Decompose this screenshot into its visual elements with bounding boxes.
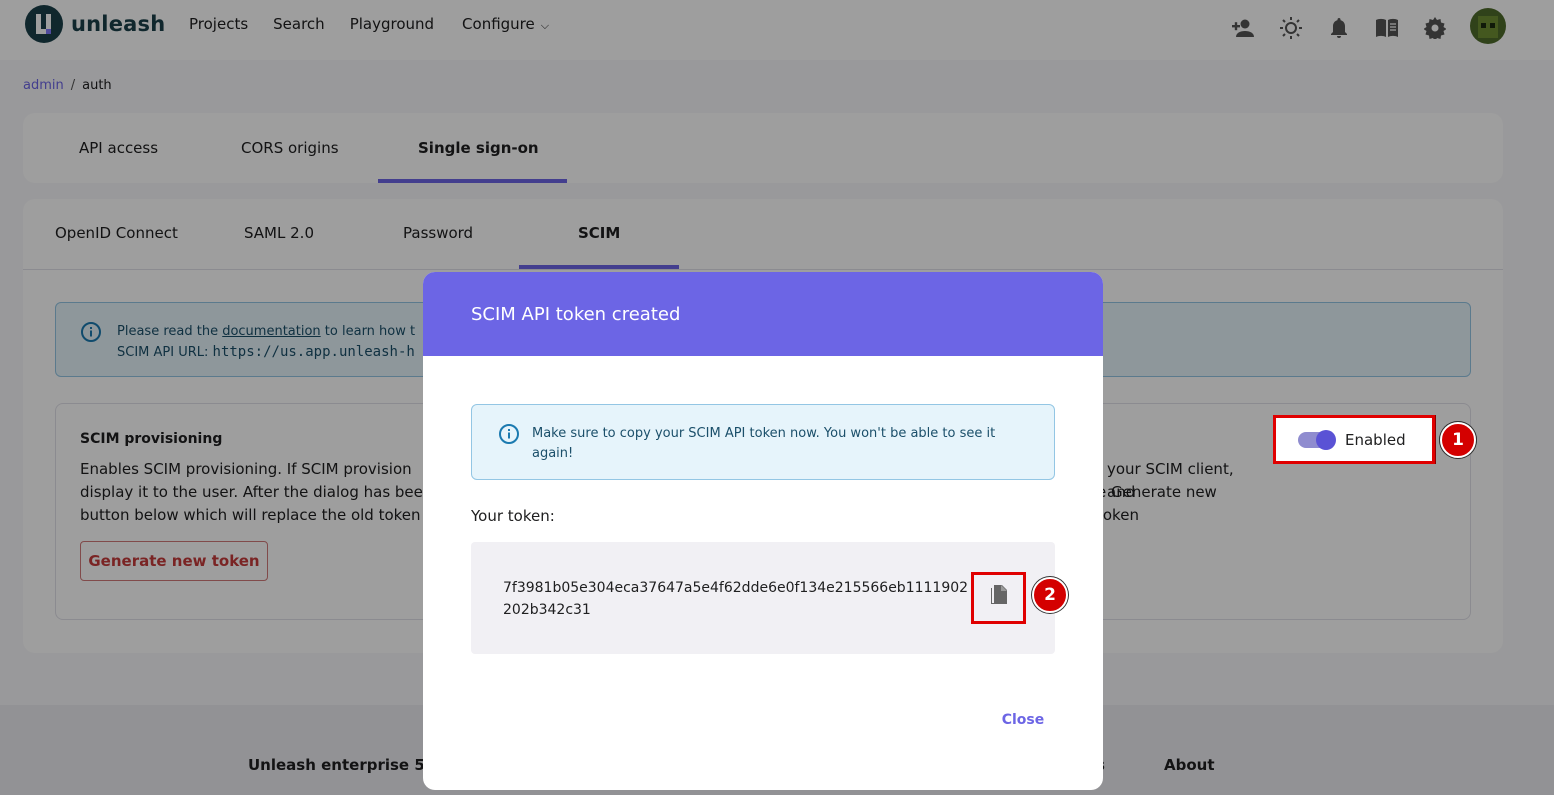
highlight-box-2 (971, 572, 1026, 624)
token-value[interactable]: 7f3981b05e304eca37647a5e4f62dde6e0f134e2… (503, 577, 973, 621)
copy-icon[interactable] (988, 584, 1010, 612)
copy-warning-text: Make sure to copy your SCIM API token no… (532, 426, 996, 461)
annotation-marker-2: 2 (1032, 577, 1068, 613)
highlight-box-1-overlay: Enabled (1273, 415, 1435, 464)
dialog-header: SCIM API token created (423, 272, 1103, 356)
close-button[interactable]: Close (991, 712, 1055, 734)
toggle-label-overlay: Enabled (1345, 430, 1406, 449)
token-created-dialog: SCIM API token created Make sure to copy… (423, 272, 1103, 790)
token-label: Your token: (471, 507, 555, 525)
dialog-title: SCIM API token created (471, 303, 681, 325)
toggle-knob-overlay (1316, 429, 1336, 450)
enable-scim-toggle-overlay[interactable] (1298, 429, 1336, 450)
copy-warning-alert: Make sure to copy your SCIM API token no… (471, 404, 1055, 480)
annotation-marker-1-overlay: 1 (1440, 422, 1476, 458)
info-icon (498, 423, 520, 449)
token-display: 7f3981b05e304eca37647a5e4f62dde6e0f134e2… (471, 542, 1055, 654)
